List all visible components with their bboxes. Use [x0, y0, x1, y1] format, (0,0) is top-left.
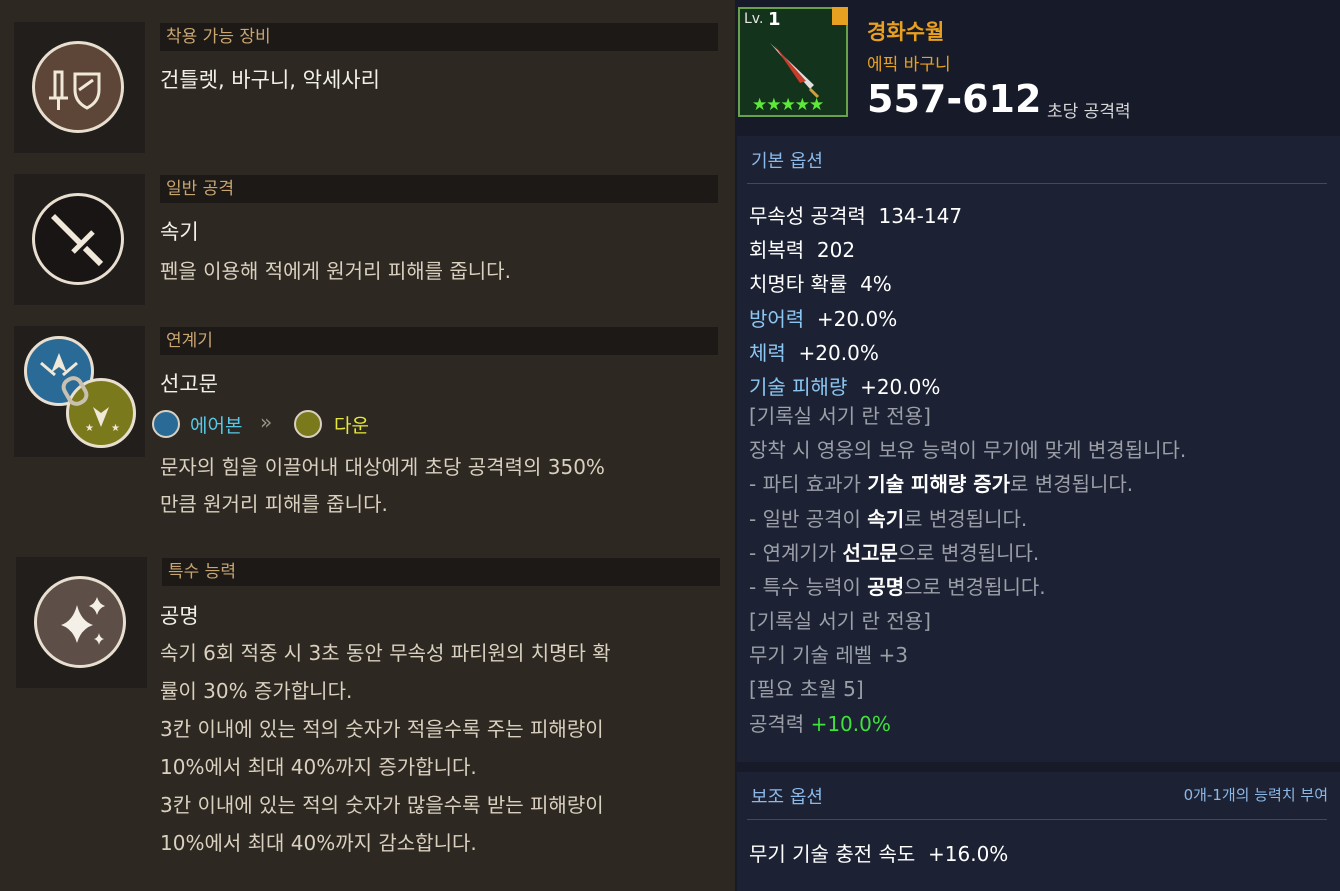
item-rarity: 에픽 바구니: [867, 55, 951, 75]
chevron-right-icon: »: [260, 410, 273, 434]
note-line: 무기 기술 레벨 +3: [749, 643, 908, 667]
chain-desc-1: 문자의 힘을 이끌어내 대상에게 초당 공격력의 350%: [160, 455, 605, 479]
change-line: - 연계기가 선고문으로 변경됩니다.: [749, 541, 1040, 565]
attack-title: 속기: [160, 220, 199, 244]
chain-icon-box: ★ ★: [14, 326, 145, 457]
special-icon-box: [16, 557, 147, 688]
chain-from: 에어본: [190, 415, 243, 437]
stat-row: 회복력 202: [749, 238, 856, 262]
change-line: - 일반 공격이 속기로 변경됩니다.: [749, 507, 1028, 531]
airborne-small-icon: [152, 410, 180, 438]
equip-title: 건틀렛, 바구니, 악세사리: [160, 68, 380, 92]
quill-icon: [770, 43, 820, 99]
svg-text:★: ★: [85, 423, 94, 434]
sub-options-header: 보조 옵션: [751, 787, 823, 808]
divider: [747, 183, 1327, 184]
special-header: 특수 능력: [162, 558, 720, 586]
special-desc-2: 률이 30% 증가합니다.: [160, 679, 353, 703]
sparkle-icon: [34, 576, 126, 668]
item-info-panel: Lv. 1 ★★★★★ 경화수월 에픽 바구니 557-612 초당 공격력 기…: [735, 0, 1340, 891]
special-desc-1: 속기 6회 적중 시 3초 동안 무속성 파티원의 치명타 확: [160, 641, 611, 665]
note-line: [필요 초월 5]: [749, 677, 864, 701]
chain-header: 연계기: [160, 327, 718, 355]
svg-text:★: ★: [111, 423, 120, 434]
star-rating: ★★★★★: [752, 95, 824, 115]
basic-options-panel: 기본 옵션 무속성 공격력 134-147 회복력 202 치명타 확률 4% …: [737, 136, 1340, 762]
note-line: [기록실 서기 란 전용]: [749, 609, 931, 633]
divider: [747, 819, 1327, 820]
attack-desc: 펜을 이용해 적에게 원거리 피해를 줍니다.: [160, 259, 511, 283]
sub-options-panel: 보조 옵션 0개-1개의 능력치 부여 무기 기술 충전 속도 +16.0%: [737, 772, 1340, 891]
down-small-icon: [294, 410, 322, 438]
stat-row: 무기 기술 충전 속도 +16.0%: [749, 842, 1009, 866]
chain-to: 다운: [334, 415, 369, 437]
attack-icon-box: [14, 174, 145, 305]
stat-row: 기술 피해량 +20.0%: [749, 375, 941, 399]
chain-title: 선고문: [160, 372, 218, 396]
equip-icon: [32, 41, 124, 133]
stat-row: 방어력 +20.0%: [749, 307, 898, 331]
special-desc-5: 3칸 이내에 있는 적의 숫자가 많을수록 받는 피해량이: [160, 793, 604, 817]
attack-header: 일반 공격: [160, 175, 718, 203]
item-attack: 557-612: [867, 77, 1042, 121]
special-desc-4: 10%에서 최대 40%까지 증가합니다.: [160, 755, 477, 779]
sub-options-note: 0개-1개의 능력치 부여: [1183, 786, 1328, 804]
stat-row: 체력 +20.0%: [749, 341, 879, 365]
special-desc-6: 10%에서 최대 40%까지 감소합니다.: [160, 831, 477, 855]
special-desc-3: 3칸 이내에 있는 적의 숫자가 적을수록 주는 피해량이: [160, 717, 604, 741]
equip-icon-box: [14, 22, 145, 153]
change-line: - 파티 효과가 기술 피해량 증가로 변경됩니다.: [749, 472, 1134, 496]
sword-icon: [32, 193, 124, 285]
chain-desc-2: 만큼 원거리 피해를 줍니다.: [160, 492, 388, 516]
skill-info-panel: 착용 가능 장비 건틀렛, 바구니, 악세사리 일반 공격 속기 펜을 이용해 …: [0, 0, 735, 891]
stat-row: 치명타 확률 4%: [749, 272, 892, 296]
attack-bonus-line: 공격력 +10.0%: [749, 712, 891, 736]
item-thumbnail[interactable]: Lv. 1 ★★★★★: [738, 7, 848, 117]
change-line: - 특수 능력이 공명으로 변경됩니다.: [749, 575, 1046, 599]
stat-row: 무속성 공격력 134-147: [749, 204, 963, 228]
item-attack-label: 초당 공격력: [1047, 102, 1131, 122]
item-name: 경화수월: [867, 20, 945, 44]
note-line: 장착 시 영웅의 보유 능력이 무기에 맞게 변경됩니다.: [749, 438, 1187, 462]
basic-options-header: 기본 옵션: [751, 151, 823, 172]
special-title: 공명: [160, 604, 199, 628]
equip-header: 착용 가능 장비: [160, 23, 718, 51]
note-line: [기록실 서기 란 전용]: [749, 404, 931, 428]
